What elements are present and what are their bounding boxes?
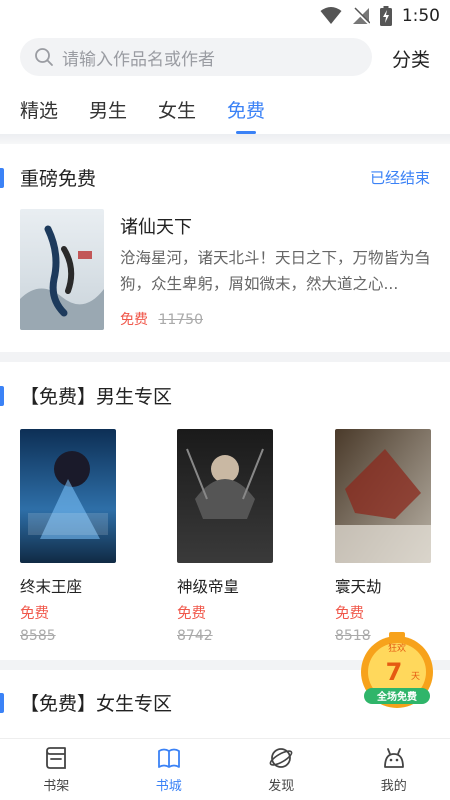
promo-top-text: 狂欢 [388, 642, 406, 654]
nav-label: 书架 [43, 779, 70, 794]
book-title: 神级帝皇 [177, 578, 240, 596]
tab-label: 男生 [89, 100, 128, 122]
original-price: 8585 [20, 628, 56, 644]
section-title: 【免费】女生专区 [20, 693, 173, 715]
status-time: 1:50 [401, 6, 440, 26]
tab-label: 女生 [158, 100, 197, 122]
book-cover[interactable] [335, 429, 431, 563]
tab-male[interactable]: 男生 [89, 96, 127, 128]
tab-female[interactable]: 女生 [158, 96, 196, 128]
nav-label: 发现 [268, 779, 295, 794]
tab-featured[interactable]: 精选 [20, 96, 58, 128]
section-accent-bar [0, 386, 4, 406]
bookstore-icon [157, 748, 180, 768]
search-row: 请输入作品名或作者 分类 [0, 38, 450, 78]
section-accent-bar [0, 693, 4, 713]
free-label: 免费 [120, 312, 148, 328]
status-bar: 1:50 [0, 0, 450, 32]
section-divider [0, 352, 450, 362]
no-signal-icon [352, 7, 370, 25]
bottom-nav: 书架 书城 发现 我的 [0, 738, 450, 800]
tab-label: 免费 [227, 100, 266, 122]
book-cover[interactable] [20, 209, 104, 330]
book-item[interactable]: 终末王座 免费 8585 [20, 429, 116, 644]
promo-badge[interactable]: 狂欢 7 天 全场免费 [356, 632, 438, 714]
section-title: 重磅免费 [20, 168, 97, 190]
status-icons: 1:50 [320, 4, 440, 28]
book-item[interactable]: 寰天劫 免费 8518 [335, 429, 431, 644]
category-button[interactable]: 分类 [392, 45, 430, 72]
book-title: 终末王座 [20, 578, 83, 596]
tab-free[interactable]: 免费 [227, 96, 266, 134]
price-row: 免费 11750 [120, 309, 203, 329]
nav-discover[interactable]: 发现 [225, 739, 338, 800]
male-section-header: 【免费】男生专区 [0, 382, 450, 412]
tabs-divider [0, 134, 450, 144]
featured-book-card[interactable]: 诸仙天下 沧海星河，诸天北斗！天日之下，万物皆为刍狗，众生卑躬，屑如微末，然大道… [20, 209, 432, 333]
book-item[interactable]: 神级帝皇 免费 8742 [177, 429, 273, 644]
section-accent-bar [0, 168, 4, 188]
wifi-icon [320, 7, 342, 24]
section-title: 【免费】男生专区 [20, 386, 173, 408]
book-title: 诸仙天下 [120, 217, 192, 238]
book-title: 寰天劫 [335, 578, 382, 596]
bookshelf-icon [46, 747, 67, 769]
tab-label: 精选 [20, 100, 59, 122]
tab-bar: 精选 男生 女生 免费 [20, 96, 296, 136]
promo-bottom-text: 全场免费 [376, 690, 417, 703]
search-icon [35, 48, 53, 66]
nav-bookstore[interactable]: 书城 [113, 739, 226, 800]
book-description: 沧海星河，诸天北斗！天日之下，万物皆为刍狗，众生卑躬，屑如微末，然大道之心... [120, 249, 431, 293]
book-cover[interactable] [20, 429, 116, 563]
free-label: 免费 [20, 606, 49, 622]
promo-unit: 天 [411, 672, 420, 682]
battery-charging-icon [379, 6, 392, 26]
promo-number: 7 [386, 658, 403, 686]
nav-profile[interactable]: 我的 [338, 739, 450, 800]
free-label: 免费 [177, 606, 206, 622]
status-link[interactable]: 已经结束 [370, 167, 430, 188]
nav-bookshelf[interactable]: 书架 [0, 739, 113, 800]
planet-icon [269, 748, 293, 768]
free-label: 免费 [335, 606, 364, 622]
book-cover[interactable] [177, 429, 273, 563]
nav-label: 书城 [155, 779, 182, 794]
profile-icon [383, 748, 404, 768]
search-input[interactable]: 请输入作品名或作者 [20, 38, 372, 76]
original-price: 11750 [158, 312, 203, 328]
original-price: 8742 [177, 628, 213, 644]
featured-section-header: 重磅免费 已经结束 [0, 164, 450, 194]
male-books-grid: 终末王座 免费 8585 神级帝皇 免费 8742 寰天劫 免费 8518 [20, 429, 440, 649]
search-placeholder: 请输入作品名或作者 [62, 49, 215, 70]
nav-label: 我的 [380, 779, 407, 794]
